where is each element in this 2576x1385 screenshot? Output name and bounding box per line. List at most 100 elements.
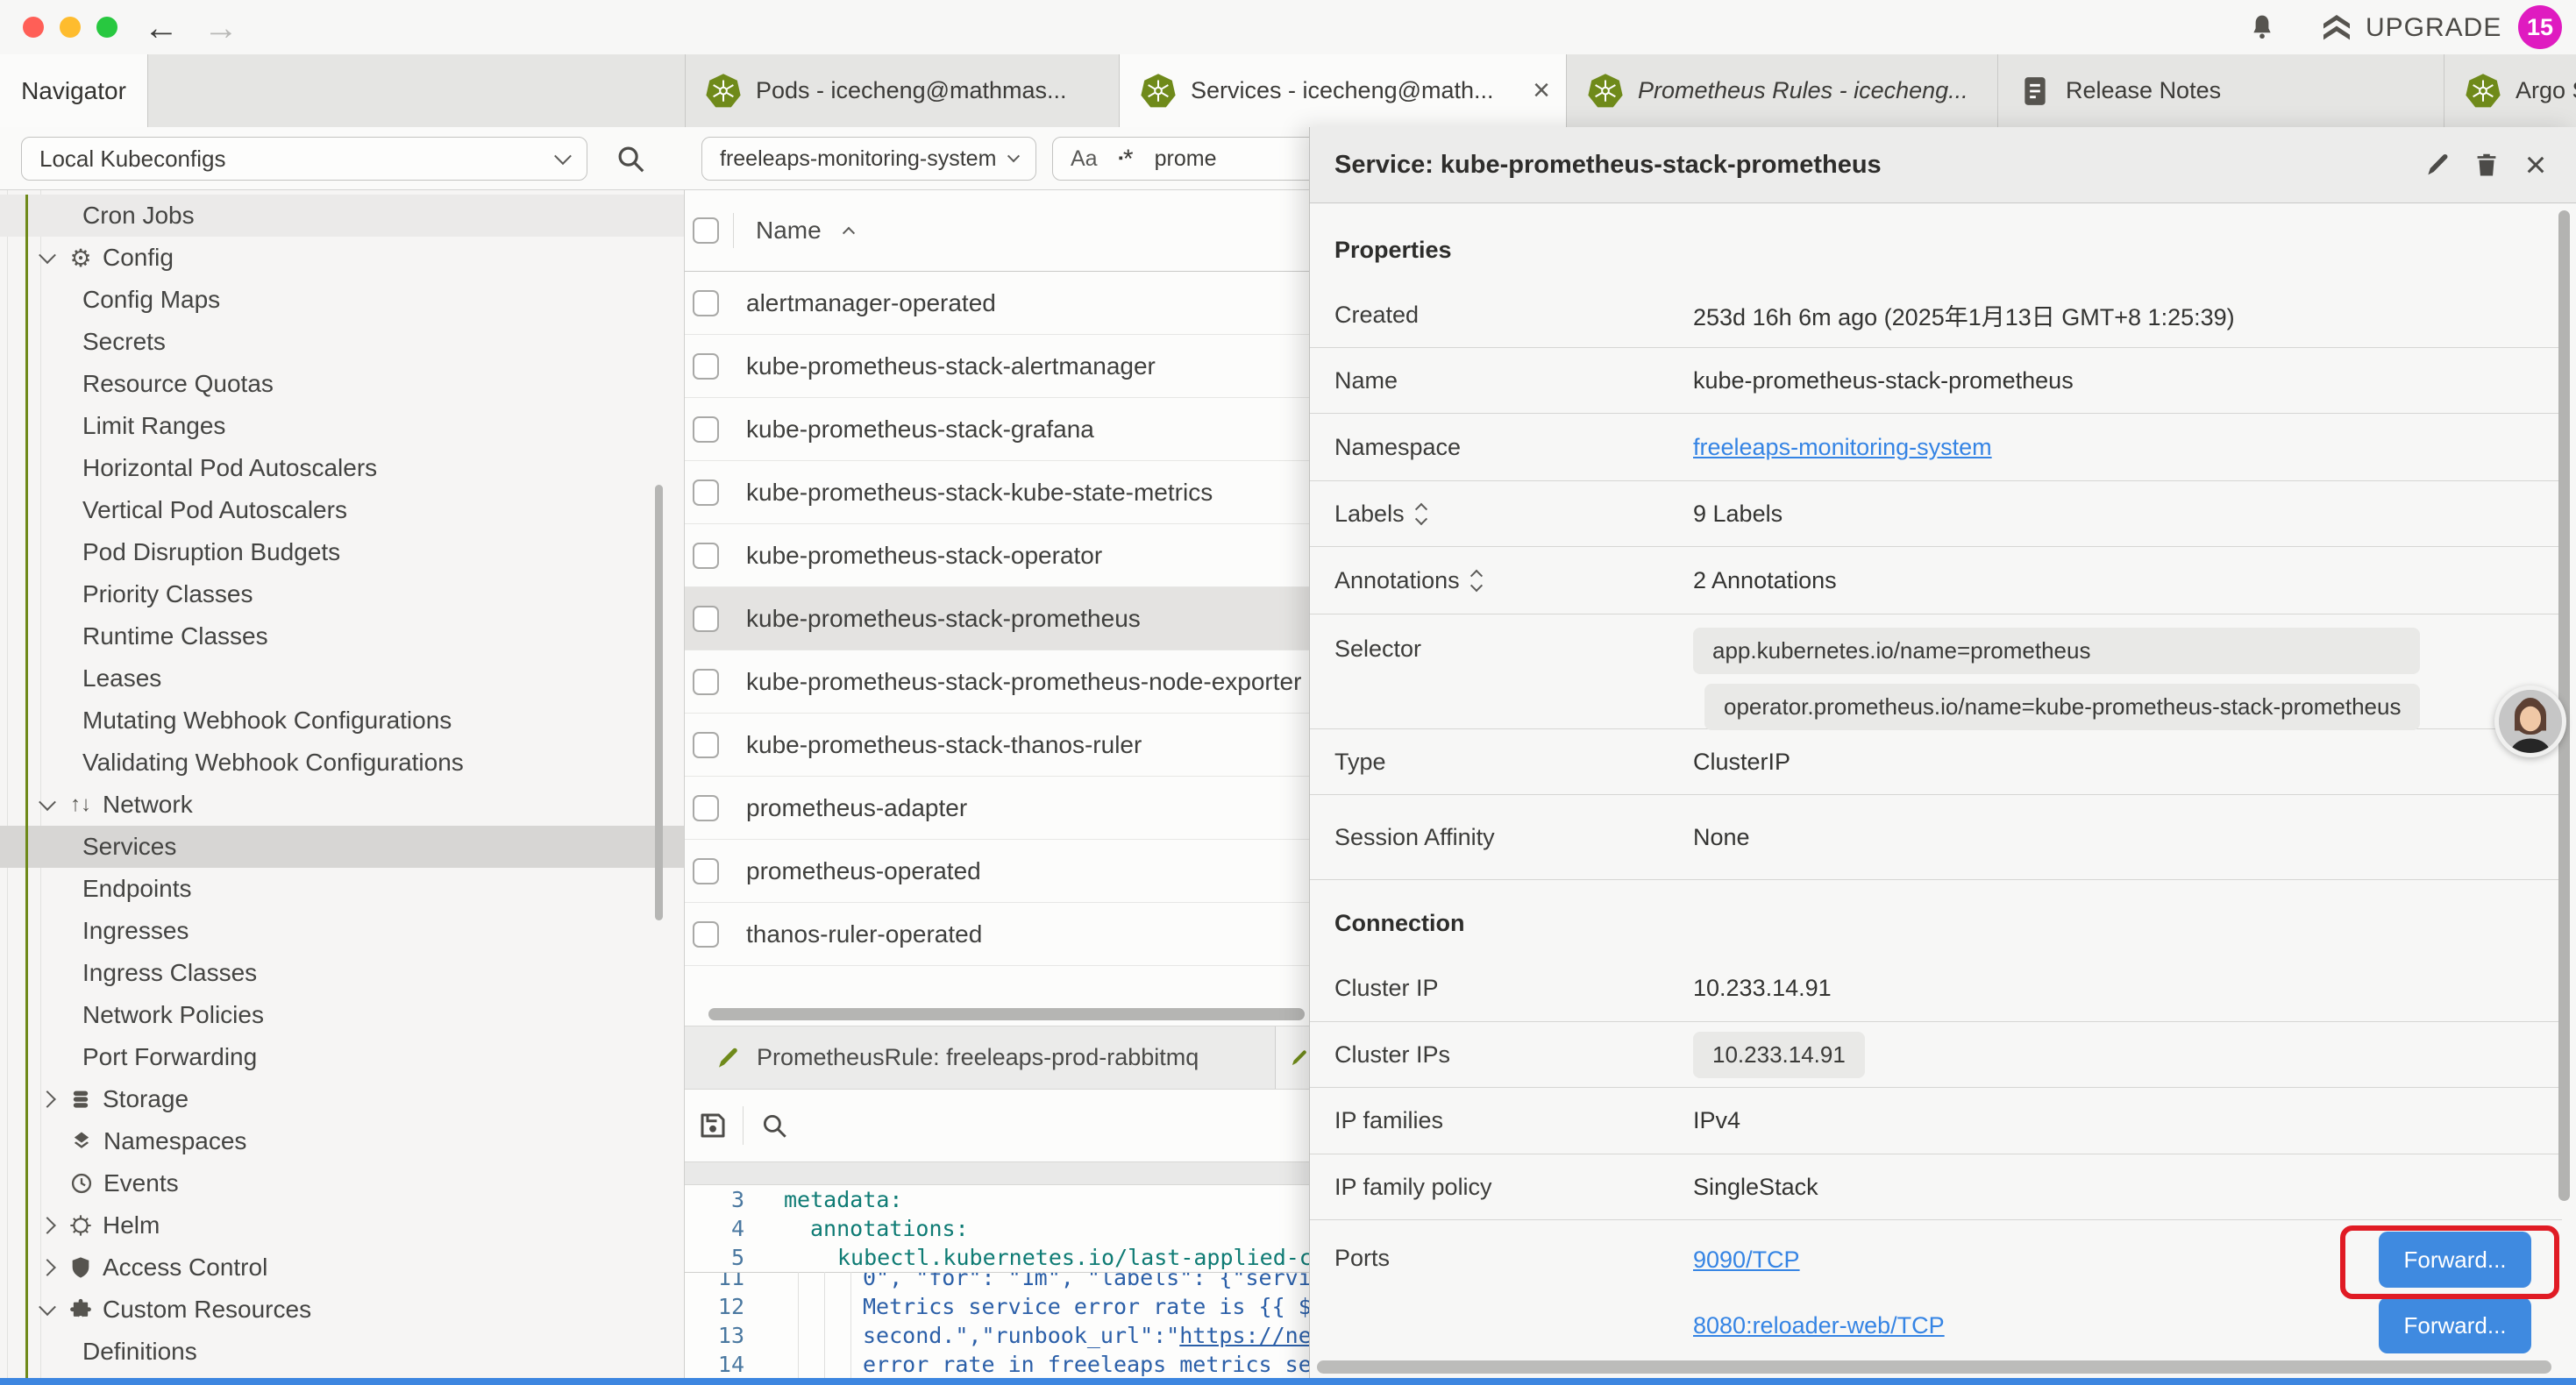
sidebar-item-ingress-classes[interactable]: Ingress Classes xyxy=(0,952,685,994)
expand-collapse-icons[interactable] xyxy=(1472,569,1481,593)
chevron-right-icon xyxy=(39,1090,56,1108)
namespace-link[interactable]: freeleaps-monitoring-system xyxy=(1693,434,1992,461)
row-checkbox[interactable] xyxy=(693,606,719,632)
sidebar-scrollbar[interactable] xyxy=(655,485,663,920)
row-checkbox[interactable] xyxy=(693,669,719,695)
notifications-bell-icon[interactable] xyxy=(2247,12,2277,42)
sidebar-item-mutating-webhook-configurations[interactable]: Mutating Webhook Configurations xyxy=(0,700,685,742)
delete-trash-icon[interactable] xyxy=(2462,140,2511,189)
sidebar-item-priority-classes[interactable]: Priority Classes xyxy=(0,573,685,615)
forward-arrow-icon[interactable]: → xyxy=(203,9,238,48)
helm-wheel-icon xyxy=(66,1213,96,1238)
sidebar-item-ingresses[interactable]: Ingresses xyxy=(0,910,685,952)
sidebar-item-services[interactable]: Services xyxy=(0,826,685,868)
tab-release-notes[interactable]: Release Notes xyxy=(1998,54,2444,127)
sidebar-item-helm[interactable]: Helm xyxy=(0,1204,685,1246)
sidebar-item-vertical-pod-autoscalers[interactable]: Vertical Pod Autoscalers xyxy=(0,489,685,531)
port-9090-link[interactable]: 9090/TCP xyxy=(1693,1246,1800,1274)
upgrade-label[interactable]: UPGRADE xyxy=(2366,13,2501,43)
maximize-traffic-light[interactable] xyxy=(96,17,117,38)
upgrade-chevrons-icon[interactable] xyxy=(2319,11,2354,46)
service-row[interactable]: thanos-ruler-operated xyxy=(685,903,1309,966)
row-checkbox[interactable] xyxy=(693,795,719,821)
sidebar-item-storage[interactable]: Storage xyxy=(0,1078,685,1120)
sidebar-item-endpoints[interactable]: Endpoints xyxy=(0,868,685,910)
service-row[interactable]: kube-prometheus-stack-grafana xyxy=(685,398,1309,461)
sidebar-item-leases[interactable]: Leases xyxy=(0,657,685,700)
row-checkbox[interactable] xyxy=(693,353,719,380)
row-checkbox[interactable] xyxy=(693,921,719,948)
sidebar-item-network[interactable]: ↑↓Network xyxy=(0,784,685,826)
tab-navigator[interactable]: Navigator xyxy=(0,54,148,127)
runbook-url-link[interactable]: https://net xyxy=(1179,1323,1309,1348)
sidebar-item-secrets[interactable]: Secrets xyxy=(0,321,685,363)
tab-prometheus-rules[interactable]: Prometheus Rules - icecheng... xyxy=(1567,54,1998,127)
regex-toggle[interactable]: ▪* xyxy=(1119,143,1134,174)
assistant-avatar[interactable] xyxy=(2494,685,2566,757)
sidebar-item-cron-jobs[interactable]: Cron Jobs xyxy=(0,195,685,237)
service-row[interactable]: kube-prometheus-stack-operator xyxy=(685,524,1309,587)
sidebar-search-icon[interactable] xyxy=(614,142,647,175)
row-checkbox[interactable] xyxy=(693,732,719,758)
tab-prometheusrule-editor[interactable]: PrometheusRule: freeleaps-prod-rabbitmq xyxy=(685,1026,1276,1089)
sidebar-item-access-control[interactable]: Access Control xyxy=(0,1246,685,1289)
sort-ascending-icon xyxy=(843,227,855,239)
service-row-selected[interactable]: kube-prometheus-stack-prometheus xyxy=(685,587,1309,650)
close-tab-icon[interactable]: × xyxy=(1533,74,1550,108)
close-traffic-light[interactable] xyxy=(23,17,44,38)
sidebar-item-namespaces[interactable]: Namespaces xyxy=(0,1120,685,1162)
service-row[interactable]: kube-prometheus-stack-kube-state-metrics xyxy=(685,461,1309,524)
column-header-name[interactable]: Name xyxy=(756,217,822,245)
tab-editor-partial[interactable] xyxy=(1277,1026,1309,1089)
sidebar-item-network-policies[interactable]: Network Policies xyxy=(0,994,685,1036)
sidebar-item-runtime-classes[interactable]: Runtime Classes xyxy=(0,615,685,657)
row-checkbox[interactable] xyxy=(693,479,719,506)
sidebar-item-config[interactable]: ⚙Config xyxy=(0,237,685,279)
service-row[interactable]: kube-prometheus-stack-alertmanager xyxy=(685,335,1309,398)
yaml-key: annotations: xyxy=(810,1216,969,1241)
chevron-down-icon xyxy=(1007,150,1020,162)
sidebar-item-port-forwarding[interactable]: Port Forwarding xyxy=(0,1036,685,1078)
back-arrow-icon[interactable]: ← xyxy=(144,9,179,48)
service-row[interactable]: alertmanager-operated xyxy=(685,272,1309,335)
edit-pencil-icon[interactable] xyxy=(2413,140,2462,189)
port-8080-link[interactable]: 8080:reloader-web/TCP xyxy=(1693,1312,1945,1339)
minimize-traffic-light[interactable] xyxy=(60,17,81,38)
close-panel-icon[interactable]: × xyxy=(2511,140,2560,189)
expand-collapse-icons[interactable] xyxy=(1417,502,1426,526)
list-horizontal-scrollbar[interactable] xyxy=(708,1008,1305,1020)
notification-count-badge[interactable]: 15 xyxy=(2518,5,2562,49)
sidebar-item-validating-webhook-configurations[interactable]: Validating Webhook Configurations xyxy=(0,742,685,784)
service-row[interactable]: prometheus-adapter xyxy=(685,777,1309,840)
tab-argo[interactable]: Argo Se xyxy=(2444,54,2576,127)
sidebar-item-config-maps[interactable]: Config Maps xyxy=(0,279,685,321)
sidebar-item-pod-disruption-budgets[interactable]: Pod Disruption Budgets xyxy=(0,531,685,573)
sidebar-item-definitions[interactable]: Definitions xyxy=(0,1331,685,1373)
yaml-editor[interactable]: 3metadata: 4annotations: 5kubectl.kubern… xyxy=(685,1185,1309,1380)
tab-pods[interactable]: Pods - icecheng@mathmas... xyxy=(685,54,1120,127)
service-row[interactable]: kube-prometheus-stack-prometheus-node-ex… xyxy=(685,650,1309,714)
row-checkbox[interactable] xyxy=(693,416,719,443)
sidebar-item-events[interactable]: Events xyxy=(0,1162,685,1204)
row-checkbox[interactable] xyxy=(693,290,719,316)
sidebar-item-horizontal-pod-autoscalers[interactable]: Horizontal Pod Autoscalers xyxy=(0,447,685,489)
match-case-toggle[interactable]: Aa xyxy=(1071,146,1098,172)
row-checkbox[interactable] xyxy=(693,858,719,884)
service-row[interactable]: prometheus-operated xyxy=(685,840,1309,903)
clipped-editor-line: 110", "for": "1m", "labels": {"service":… xyxy=(685,1273,1309,1292)
sidebar-item-limit-ranges[interactable]: Limit Ranges xyxy=(0,405,685,447)
tab-services[interactable]: Services - icecheng@math... × xyxy=(1120,54,1567,127)
save-icon[interactable] xyxy=(697,1110,729,1141)
select-all-checkbox[interactable] xyxy=(693,217,719,244)
kubeconfig-dropdown[interactable]: Local Kubeconfigs xyxy=(21,137,587,181)
sidebar-item-custom-resources[interactable]: Custom Resources xyxy=(0,1289,685,1331)
annotation-highlight-box xyxy=(2340,1225,2559,1299)
panel-horizontal-scrollbar[interactable] xyxy=(1317,1360,2551,1374)
forward-button-8080[interactable]: Forward... xyxy=(2379,1297,2531,1353)
editor-search-icon[interactable] xyxy=(759,1111,789,1140)
row-checkbox[interactable] xyxy=(693,543,719,569)
namespace-dropdown[interactable]: freeleaps-monitoring-system xyxy=(701,137,1036,181)
connection-row-cluster-ips: Cluster IPs 10.233.14.91 xyxy=(1310,1022,2562,1088)
service-row[interactable]: kube-prometheus-stack-thanos-ruler xyxy=(685,714,1309,777)
sidebar-item-resource-quotas[interactable]: Resource Quotas xyxy=(0,363,685,405)
